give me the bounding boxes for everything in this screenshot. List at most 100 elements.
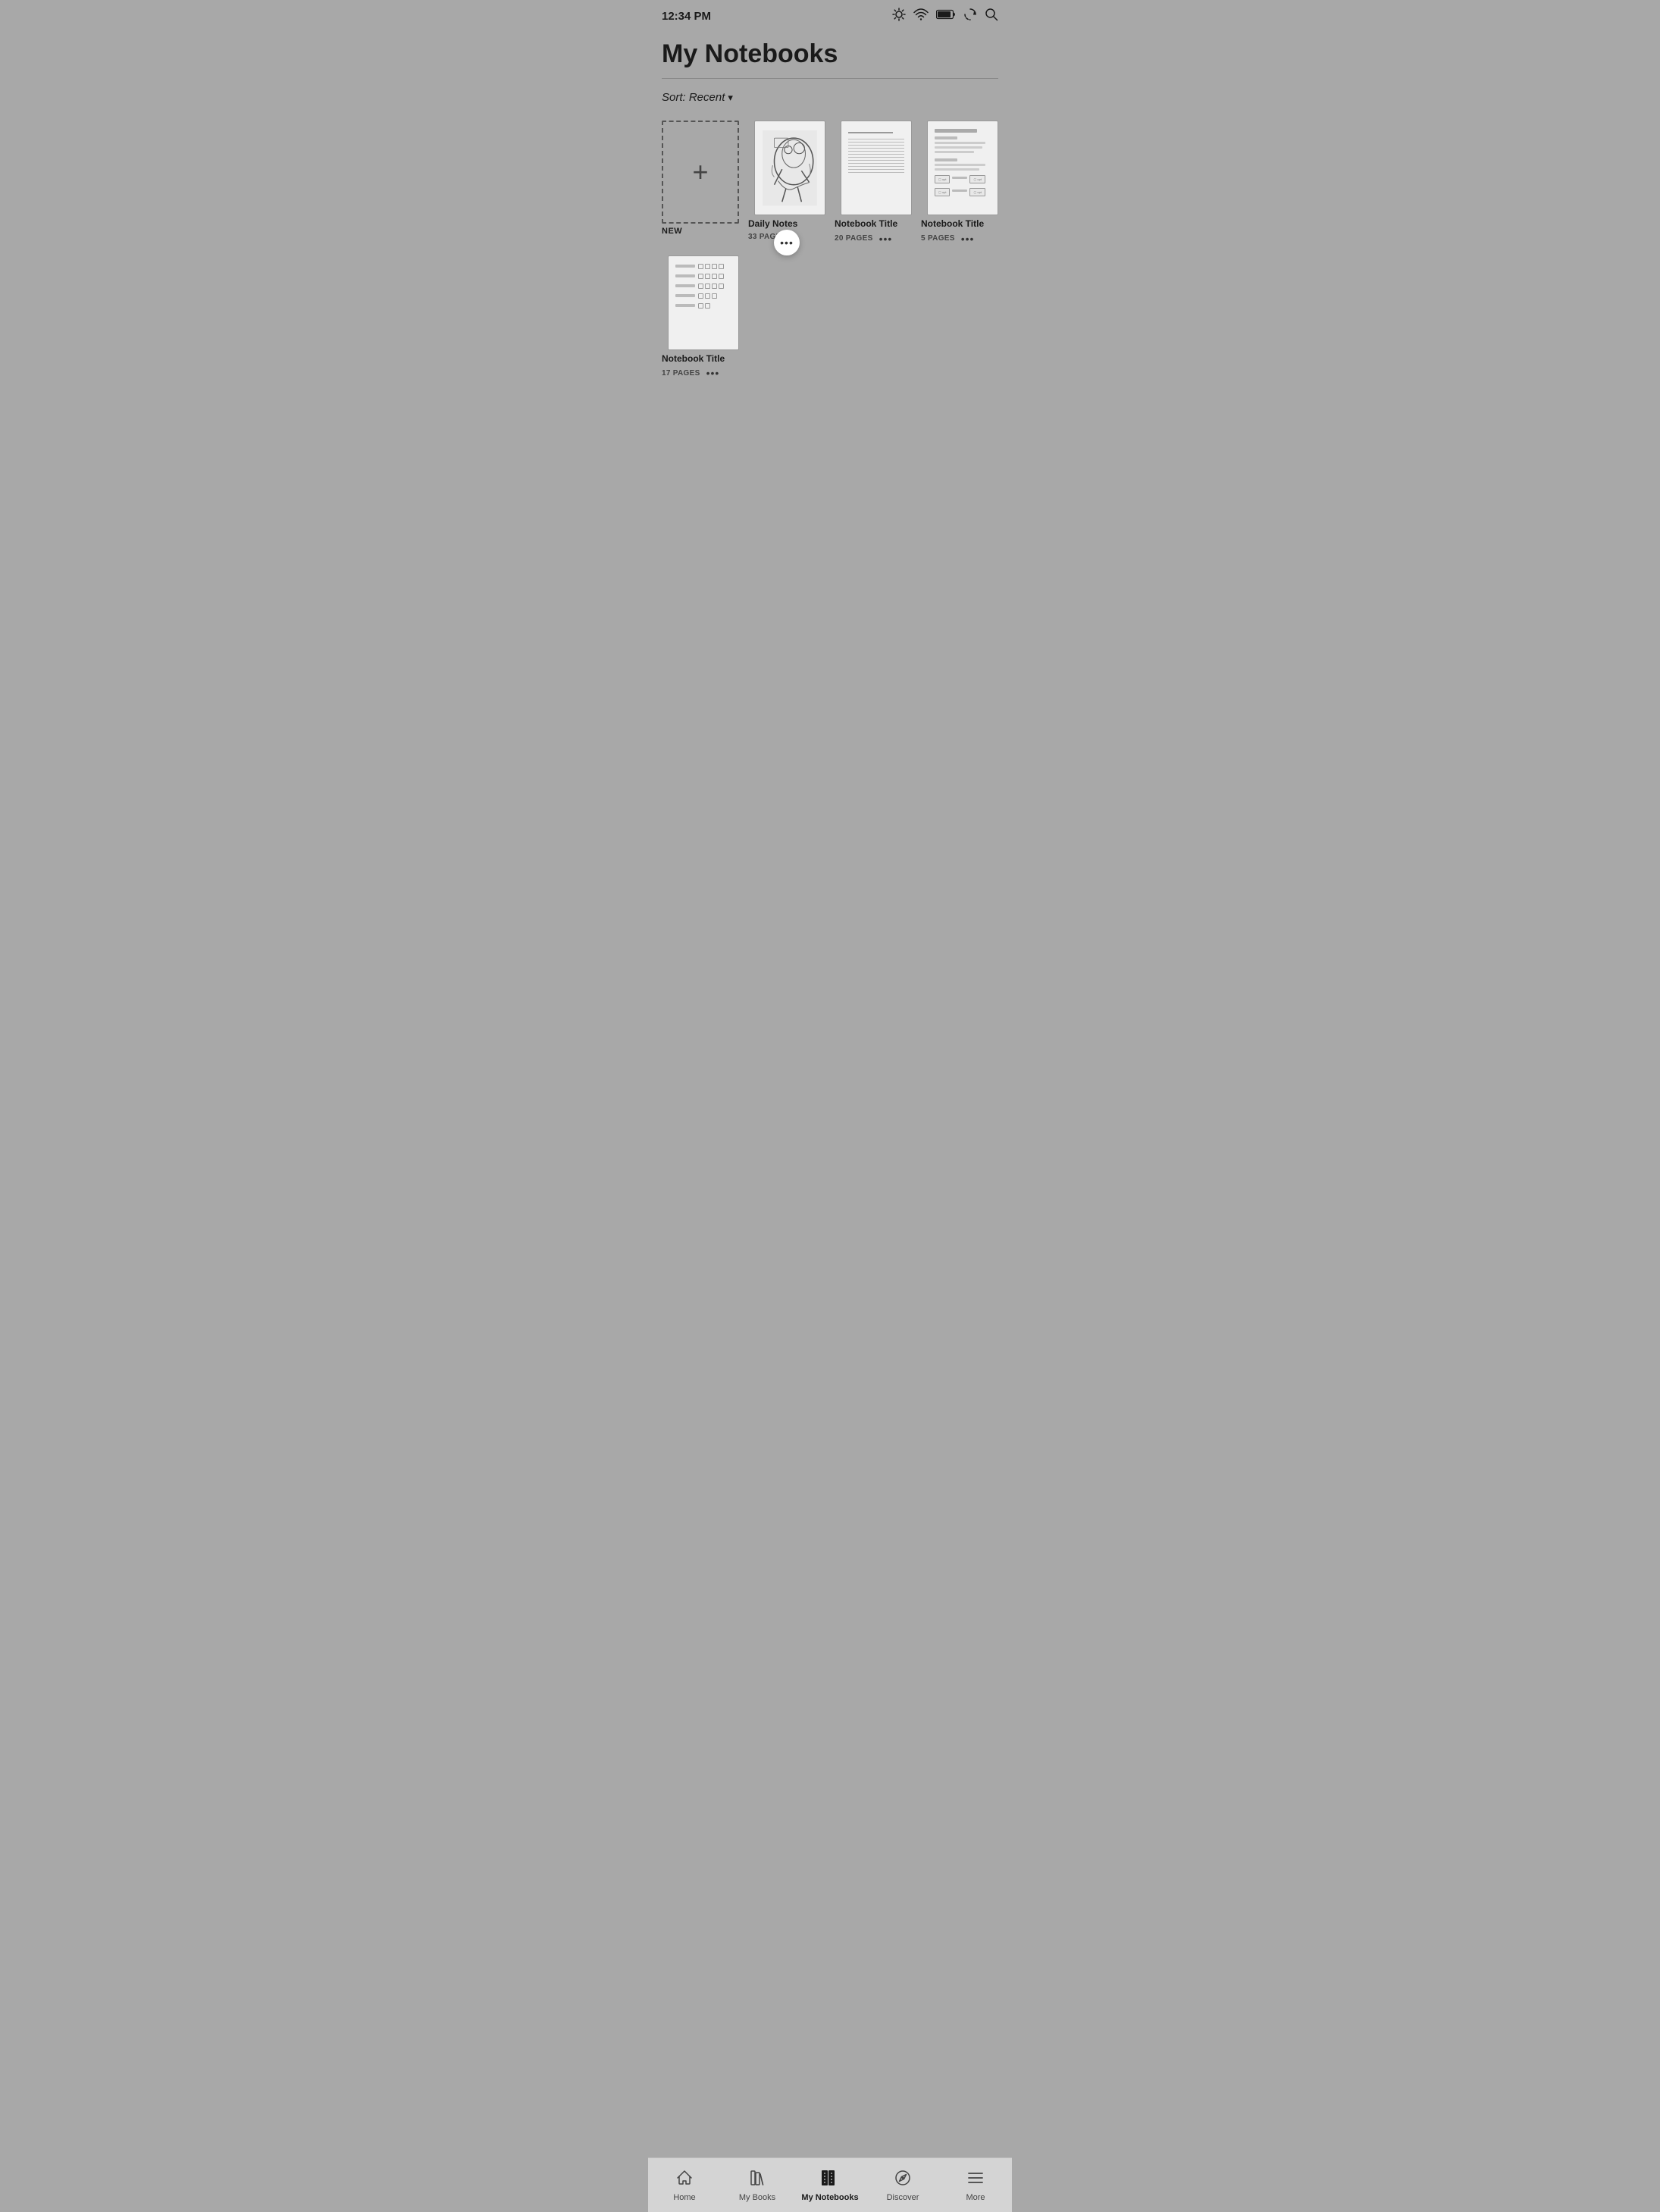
line bbox=[848, 148, 904, 149]
checkbox-row bbox=[675, 274, 731, 279]
new-notebook-button[interactable]: + bbox=[662, 121, 739, 224]
books-icon bbox=[748, 2169, 766, 2190]
notebook-lined-title: Notebook Title bbox=[835, 218, 912, 229]
cb-box bbox=[705, 293, 710, 299]
cb-box bbox=[712, 293, 717, 299]
status-bar: 12:34 PM bbox=[648, 0, 1012, 29]
cb-box bbox=[705, 284, 710, 289]
line bbox=[848, 142, 904, 143]
tk-line bbox=[935, 146, 982, 149]
wifi-icon bbox=[913, 8, 929, 23]
notebooks-icon bbox=[819, 2169, 841, 2190]
nav-my-notebooks[interactable]: My Notebooks bbox=[794, 2163, 866, 2208]
notebook-toolkits-meta: 5 PAGES ••• bbox=[921, 233, 998, 245]
cb-label bbox=[675, 304, 695, 307]
notebook-lined-card[interactable] bbox=[841, 121, 912, 215]
checkbox-notebook-content bbox=[672, 261, 734, 345]
notebook-checkbox-more-button[interactable]: ••• bbox=[706, 367, 720, 379]
new-notebook-item: + NEW bbox=[662, 121, 739, 245]
line bbox=[848, 145, 904, 146]
notebook-checkbox-item: Notebook Title 17 PAGES ••• bbox=[662, 255, 739, 380]
cb-box bbox=[712, 264, 717, 269]
line bbox=[848, 154, 904, 155]
toolkits-notebook-content: ▢ opt ▢ opt ▢ opt ▢ opt bbox=[932, 126, 994, 210]
cb-label bbox=[675, 265, 695, 268]
sync-icon bbox=[963, 8, 977, 24]
status-icons bbox=[892, 8, 998, 24]
nav-discover-label: Discover bbox=[887, 2193, 919, 2202]
sort-control[interactable]: Sort: Recent ▾ bbox=[662, 91, 998, 104]
cb-boxes bbox=[698, 284, 724, 289]
tk-box: ▢ opt bbox=[935, 188, 950, 196]
cb-label bbox=[675, 294, 695, 297]
cb-label bbox=[675, 284, 695, 287]
nav-my-books-label: My Books bbox=[739, 2193, 775, 2202]
tk-box: ▢ opt bbox=[969, 175, 985, 183]
notebook-checkbox-title: Notebook Title bbox=[662, 353, 739, 364]
line bbox=[848, 160, 904, 161]
notebook-lined-more-button[interactable]: ••• bbox=[879, 233, 893, 245]
tk-arrow bbox=[952, 190, 967, 192]
sort-label: Sort: Recent bbox=[662, 91, 725, 104]
battery-icon bbox=[936, 9, 956, 23]
line bbox=[848, 151, 904, 152]
cb-box bbox=[705, 274, 710, 279]
daily-notes-more-button[interactable]: ••• bbox=[774, 230, 800, 255]
nav-my-books[interactable]: My Books bbox=[721, 2163, 794, 2208]
search-icon[interactable] bbox=[985, 8, 998, 24]
line bbox=[848, 163, 904, 164]
daily-notes-item: Daily Notes 33 PAGES bbox=[748, 121, 825, 241]
cb-boxes bbox=[698, 303, 710, 309]
tk-box: ▢ opt bbox=[969, 188, 985, 196]
status-time: 12:34 PM bbox=[662, 10, 711, 23]
checkbox-row bbox=[675, 303, 731, 309]
cb-box bbox=[698, 303, 703, 309]
cb-box bbox=[698, 293, 703, 299]
tk-title bbox=[935, 129, 977, 133]
tk-line bbox=[935, 164, 985, 166]
checkbox-row bbox=[675, 284, 731, 289]
nav-more[interactable]: More bbox=[939, 2163, 1012, 2208]
tk-box-row: ▢ opt ▢ opt bbox=[935, 175, 991, 183]
cb-box bbox=[712, 274, 717, 279]
cb-box bbox=[698, 274, 703, 279]
cb-boxes bbox=[698, 264, 724, 269]
cb-boxes bbox=[698, 274, 724, 279]
line bbox=[848, 172, 904, 173]
tk-box: ▢ opt bbox=[935, 175, 950, 183]
cb-label bbox=[675, 274, 695, 277]
notebook-lined-content bbox=[841, 121, 911, 215]
notebook-toolkits-card[interactable]: ▢ opt ▢ opt ▢ opt ▢ opt bbox=[927, 121, 998, 215]
tk-line bbox=[935, 142, 985, 144]
new-notebook-label: NEW bbox=[662, 227, 739, 236]
nav-home[interactable]: Home bbox=[648, 2163, 721, 2208]
bottom-nav: Home My Books bbox=[648, 2157, 1012, 2212]
discover-icon bbox=[894, 2169, 912, 2190]
tk-section bbox=[935, 136, 957, 139]
daily-notes-card[interactable] bbox=[754, 121, 825, 215]
cb-box bbox=[719, 264, 724, 269]
tk-line bbox=[935, 168, 979, 171]
notebook-checkbox-card[interactable] bbox=[668, 255, 739, 350]
cb-box bbox=[719, 274, 724, 279]
tk-line bbox=[935, 151, 974, 153]
nav-more-label: More bbox=[966, 2193, 985, 2202]
notebook-toolkits-more-button[interactable]: ••• bbox=[961, 233, 975, 245]
notebook-checkbox-meta: 17 PAGES ••• bbox=[662, 367, 739, 379]
notebook-checkbox-content bbox=[669, 256, 738, 349]
daily-notes-content bbox=[755, 121, 825, 215]
cb-box bbox=[705, 303, 710, 309]
cb-box bbox=[719, 284, 724, 289]
cb-box bbox=[698, 264, 703, 269]
line bbox=[848, 169, 904, 170]
notebook-toolkits-item: ▢ opt ▢ opt ▢ opt ▢ opt Notebook Title 5 bbox=[921, 121, 998, 245]
daily-notes-wrapper: Daily Notes 33 PAGES ••• bbox=[748, 121, 825, 245]
dots-icon: ••• bbox=[780, 237, 794, 249]
tk-box-row: ▢ opt ▢ opt bbox=[935, 188, 991, 196]
notebook-toolkits-title: Notebook Title bbox=[921, 218, 998, 229]
cb-box bbox=[712, 284, 717, 289]
cb-boxes bbox=[698, 293, 717, 299]
notebook-lined-item: Notebook Title 20 PAGES ••• bbox=[835, 121, 912, 245]
nav-discover[interactable]: Discover bbox=[866, 2163, 939, 2208]
notebook-grid: + NEW bbox=[662, 121, 998, 379]
